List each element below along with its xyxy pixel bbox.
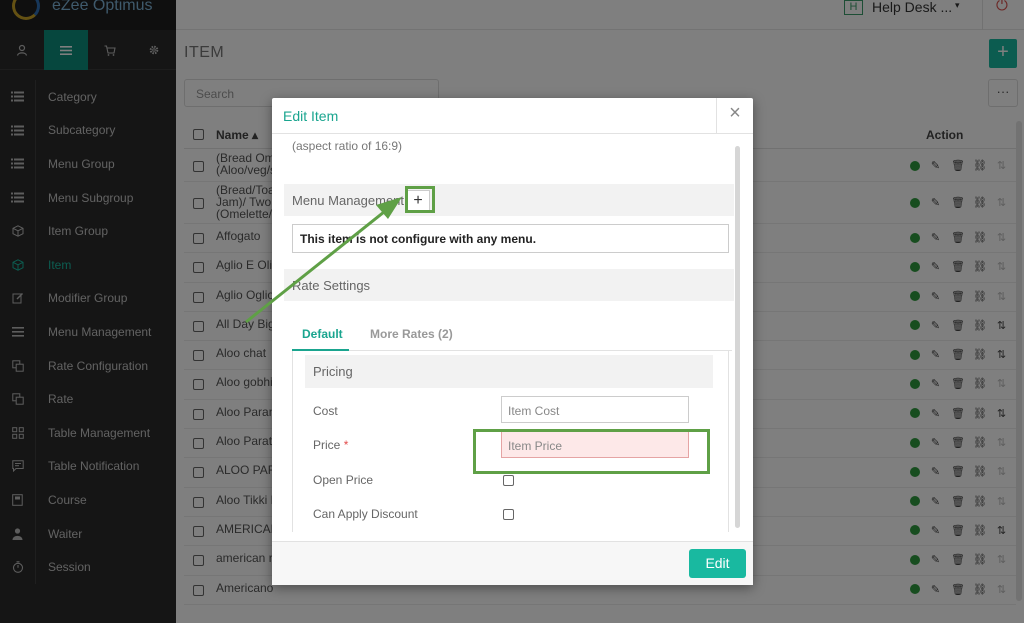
cost-label: Cost — [313, 404, 338, 418]
open-price-checkbox[interactable] — [503, 475, 514, 486]
modal-scrollbar[interactable] — [735, 146, 740, 528]
cost-input[interactable]: Item Cost — [501, 396, 689, 423]
rate-tabs: Default More Rates (2) — [292, 320, 732, 351]
tab-default[interactable]: Default — [302, 327, 343, 341]
menu-management-heading: Menu Management — [292, 193, 405, 208]
edit-button[interactable]: Edit — [689, 549, 746, 578]
price-label-text: Price — [313, 438, 341, 452]
open-price-label: Open Price — [313, 473, 374, 487]
modal-footer: Edit — [272, 541, 753, 585]
highlight-price-field — [473, 429, 710, 474]
tab-more-rates[interactable]: More Rates (2) — [370, 327, 453, 341]
highlight-add-menu — [405, 186, 435, 213]
menu-management-section: Menu Management + — [284, 184, 734, 216]
close-icon[interactable]: × — [716, 98, 753, 133]
modal-title: Edit Item — [283, 108, 339, 124]
modal-header: Edit Item × — [272, 98, 753, 134]
rate-settings-section: Rate Settings — [284, 269, 734, 301]
image-hint: (aspect ratio of 16:9) — [292, 139, 403, 153]
rate-settings-heading: Rate Settings — [292, 278, 371, 293]
discount-label: Can Apply Discount — [313, 507, 418, 521]
discount-checkbox[interactable] — [503, 509, 514, 520]
required-marker: * — [343, 438, 349, 452]
menu-status-message: This item is not configure with any menu… — [292, 224, 729, 253]
pricing-heading: Pricing — [305, 355, 713, 388]
price-label: Price * — [313, 438, 348, 452]
edit-item-modal: Edit Item × (aspect ratio of 16:9) Menu … — [272, 98, 753, 585]
